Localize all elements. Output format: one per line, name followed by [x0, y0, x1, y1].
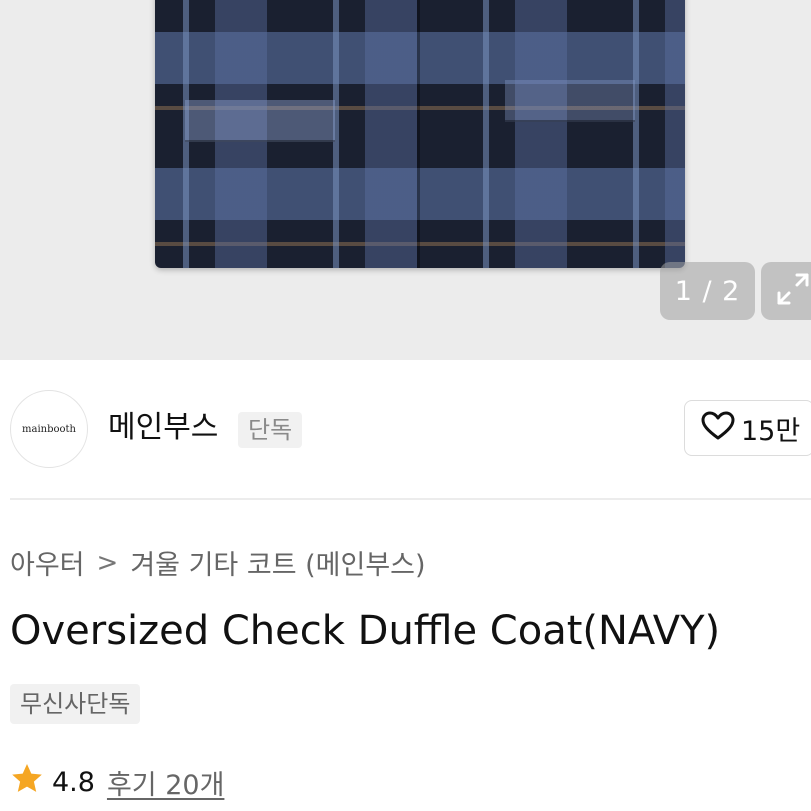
like-button[interactable]: 15만: [684, 400, 811, 456]
rating-value: 4.8: [52, 767, 95, 798]
product-title: Oversized Check Duffle Coat(NAVY): [10, 608, 721, 654]
brand-row: mainbooth 메인부스 단독 15만: [0, 360, 811, 500]
breadcrumb-item-category[interactable]: 겨울 기타 코트 (메인부스): [130, 543, 425, 582]
image-counter: 1 / 2: [660, 262, 755, 320]
product-image: [155, 0, 685, 268]
heart-icon: [701, 411, 735, 445]
exclusive-badge: 단독: [238, 412, 303, 448]
star-icon: [10, 762, 44, 803]
breadcrumb-item-outer[interactable]: 아우터: [10, 543, 85, 582]
coat-pocket: [185, 100, 335, 142]
exclusive-tag: 무신사단독: [10, 684, 141, 724]
expand-icon: [773, 269, 811, 313]
review-count-link[interactable]: 후기 20개: [107, 763, 224, 802]
breadcrumb-separator: >: [96, 547, 119, 578]
brand-name[interactable]: 메인부스: [108, 408, 218, 448]
breadcrumb: 아우터 > 겨울 기타 코트 (메인부스): [10, 543, 426, 582]
brand-logo-text: mainbooth: [22, 423, 76, 435]
expand-image-button[interactable]: [761, 262, 811, 320]
coat-placket: [417, 0, 420, 268]
divider: [10, 498, 811, 500]
brand-logo[interactable]: mainbooth: [10, 390, 88, 468]
rating-row: 4.8 후기 20개: [10, 762, 224, 803]
coat-pocket: [505, 80, 635, 122]
like-count: 15만: [741, 415, 801, 447]
product-image-gallery[interactable]: 1 / 2: [0, 0, 811, 360]
